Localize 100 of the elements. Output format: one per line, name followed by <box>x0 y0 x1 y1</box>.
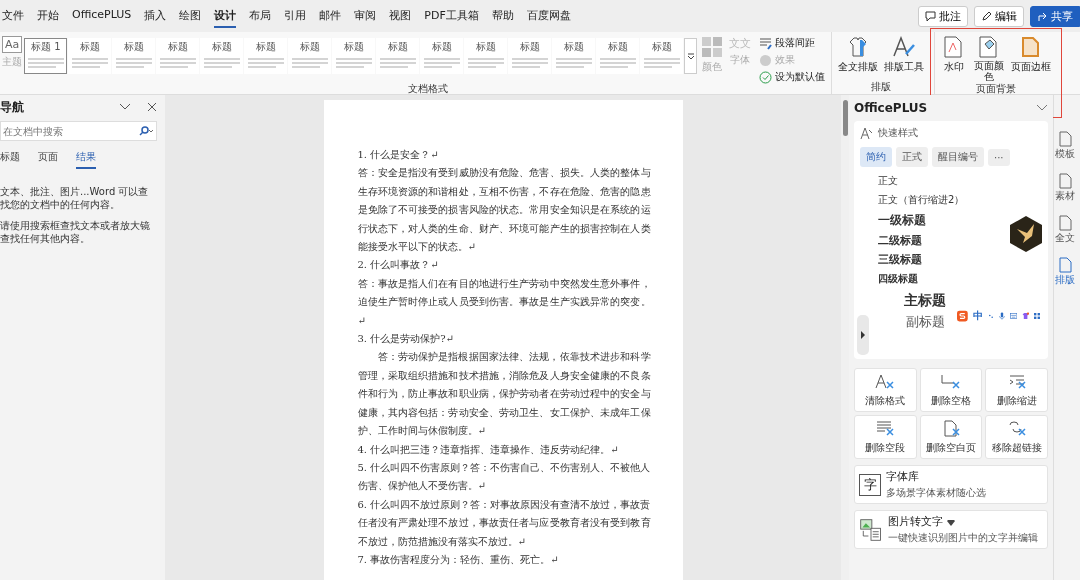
style-chip[interactable]: 正式 <box>896 147 928 167</box>
shirt-icon[interactable] <box>1021 310 1030 322</box>
style-thumbnail[interactable]: 标题 <box>288 38 332 74</box>
menu-tab[interactable]: 文件 <box>2 4 24 28</box>
style-thumbnail[interactable]: 标题 1 <box>24 38 68 74</box>
menu-tab[interactable]: 帮助 <box>491 4 514 28</box>
menu-tab[interactable]: 绘图 <box>179 4 202 28</box>
chevron-down-icon[interactable] <box>119 103 131 111</box>
ocr-feature-card[interactable]: 图片转文字 一键快速识别图片中的文字并编辑 <box>854 510 1048 549</box>
style-thumbnail[interactable]: 标题 <box>552 38 596 74</box>
document-paragraph: 答：劳动保护是指根据国家法律、法规，依靠技术进步和科学管理，采取组织措施和技术措施，消除危及人身安全健康的不良条件和行为，防止事故和职业病，保护劳动者在劳动过程中的安全与健康，其内容包括：劳动安全、劳动卫生、女工保护、未成年工保护、工作时间与休假制度。↵ <box>357 350 651 439</box>
style-chip[interactable]: 简约 <box>860 147 892 167</box>
style-item[interactable]: 主标题 <box>904 288 946 312</box>
text-lines-icon <box>291 57 328 71</box>
style-thumbnail[interactable]: 标题 <box>332 38 376 74</box>
style-item[interactable]: 副标题 <box>906 312 945 331</box>
gallery-more-button[interactable] <box>684 38 698 74</box>
menu-tab[interactable]: 插入 <box>144 4 167 28</box>
spacing-icon <box>759 36 773 50</box>
menu-tab[interactable]: 视图 <box>389 4 412 28</box>
menu-tab[interactable]: 审阅 <box>354 4 377 28</box>
pane-tab[interactable]: 页面 <box>38 150 58 169</box>
style-item[interactable]: 一级标题 <box>878 209 926 231</box>
menu-tab[interactable]: 百度网盘 <box>526 4 571 28</box>
watermark-button[interactable]: 水印 <box>939 32 970 78</box>
microphone-icon[interactable] <box>998 310 1005 322</box>
text-lines-icon <box>643 57 680 71</box>
side-tab[interactable]: 排版 <box>1054 257 1075 287</box>
menu-tab[interactable]: 开始 <box>37 4 59 28</box>
page-icon <box>1058 173 1072 189</box>
style-thumbnail[interactable]: 标题 <box>244 38 288 74</box>
style-thumbnail[interactable]: 标题 <box>596 38 640 74</box>
default-button[interactable]: 设为默认值 <box>759 70 826 84</box>
style-thumbnail[interactable]: 标题 <box>640 38 684 74</box>
delete-spaces-button[interactable]: 删除空格 <box>919 368 983 412</box>
style-thumbnail[interactable]: 标题 <box>68 38 112 74</box>
pane-tab[interactable]: 标题 <box>0 150 20 169</box>
grid-icon[interactable] <box>1034 311 1040 321</box>
comment-button[interactable]: 批注 <box>918 5 968 27</box>
menu-tab[interactable]: PDF工具箱 <box>424 4 479 28</box>
group-label: 页面背景 <box>976 82 1017 96</box>
text-lines-icon <box>467 57 504 71</box>
style-thumbnail[interactable]: 标题 <box>156 38 200 74</box>
eraser-icon <box>874 372 897 391</box>
side-tab[interactable]: 全文 <box>1054 215 1075 245</box>
language-toggle[interactable]: 中 <box>972 309 983 323</box>
style-thumbnail[interactable]: 标题 <box>376 38 420 74</box>
menu-tab[interactable]: OfficePLUS <box>72 4 132 28</box>
search-field[interactable]: 在文档中搜索 <box>0 121 157 141</box>
feature-description: 一键快速识别图片中的文字并编辑 <box>888 531 1038 545</box>
caret-icon <box>686 52 695 60</box>
document-paragraph: 5. 什么叫四不伤害原则？答：不伤害自己、不伤害别人、不被他人伤害、保护他人不受伤害。↵ <box>357 460 651 494</box>
text-lines-icon <box>159 57 196 71</box>
menu-tab[interactable]: 布局 <box>249 4 272 28</box>
side-tab[interactable]: 模板 <box>1054 131 1075 161</box>
layout-button[interactable]: 全文排版 <box>836 32 881 78</box>
style-item[interactable]: 正文 <box>878 171 898 190</box>
text-lines-icon <box>555 57 592 71</box>
clear-format-button[interactable]: 清除格式 <box>854 368 917 412</box>
font-glyph-icon: 字 <box>859 473 881 496</box>
tools-button[interactable]: 排版工具 <box>882 32 927 78</box>
delete-paragraphs-button[interactable]: 删除空段 <box>854 415 917 459</box>
border-button[interactable]: 页面边框 <box>1009 32 1054 78</box>
check-icon <box>759 70 773 84</box>
bird-logo-icon[interactable] <box>1009 215 1043 253</box>
style-item[interactable]: 三级标题 <box>878 250 922 269</box>
style-item[interactable]: 二级标题 <box>878 231 922 250</box>
side-tab[interactable]: 素材 <box>1054 173 1075 203</box>
text-lines-icon <box>115 57 152 71</box>
scrollbar-thumb[interactable] <box>842 100 848 136</box>
menu-tab[interactable]: 设计 <box>214 4 237 28</box>
keyboard-icon[interactable] <box>1009 311 1017 321</box>
document-paragraph: 6. 什么叫四不放过原则？答：对事故原因没有查清不放过，事故责任者没有严肃处理不放过，事故责任者与应受教育者没有受到教育不放过，防范措施没有落实不放过。↵ <box>357 497 651 549</box>
close-icon[interactable] <box>147 102 157 112</box>
lines-delete-icon <box>874 419 897 438</box>
share-button[interactable]: 共享 <box>1030 5 1080 27</box>
collapse-handle[interactable] <box>857 315 869 355</box>
style-chip[interactable]: ··· <box>988 148 1010 166</box>
edit-button[interactable]: 编辑 <box>974 5 1024 27</box>
style-thumbnail[interactable]: 标题 <box>420 38 464 74</box>
watermark-page-icon <box>944 36 965 58</box>
style-thumbnail[interactable]: 标题 <box>508 38 552 74</box>
chevron-down-icon[interactable] <box>1036 104 1048 112</box>
spacing-button[interactable]: 段落间距 <box>759 36 826 50</box>
delete-indent-button[interactable]: 删除缩进 <box>985 368 1048 412</box>
style-thumbnail[interactable]: 标题 <box>464 38 508 74</box>
style-thumbnail[interactable]: 标题 <box>200 38 244 74</box>
style-chip[interactable]: 醒目编号 <box>932 147 984 167</box>
remove-link-button[interactable]: 移除超链接 <box>985 415 1048 459</box>
style-icon <box>860 126 874 140</box>
delete-page-button[interactable]: 删除空白页 <box>919 415 983 459</box>
text-lines-icon <box>511 57 548 71</box>
pane-tab[interactable]: 结果 <box>76 150 96 169</box>
menu-tab[interactable]: 引用 <box>284 4 307 28</box>
search-icon[interactable] <box>139 126 153 136</box>
panel-title: OfficePLUS <box>854 101 928 115</box>
style-item[interactable]: 四级标题 <box>878 269 918 288</box>
style-thumbnail[interactable]: 标题 <box>112 38 156 74</box>
menu-tab[interactable]: 邮件 <box>319 4 342 28</box>
style-item[interactable]: 正文（首行缩进2） <box>878 190 965 209</box>
